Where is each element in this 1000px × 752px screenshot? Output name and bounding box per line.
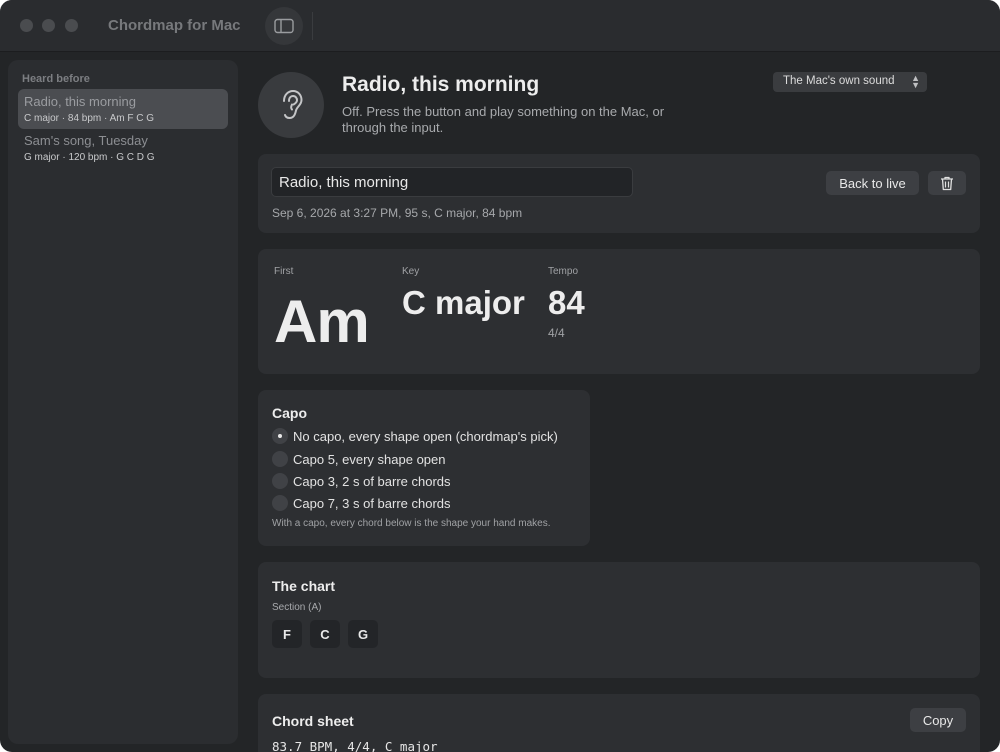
capo-option-label: No capo, every shape open (chordmap's pi… xyxy=(293,428,558,444)
radio-icon[interactable] xyxy=(272,473,288,489)
chart-title: The chart xyxy=(272,578,336,594)
sidebar: Heard before Radio, this morning C major… xyxy=(8,60,238,744)
capo-option-label: Capo 3, 2 s of barre chords xyxy=(293,473,451,489)
capo-option-capo-3[interactable]: Capo 3, 2 s of barre chords xyxy=(272,472,451,490)
capo-option-capo-7[interactable]: Capo 7, 3 s of barre chords xyxy=(272,494,451,512)
copy-button[interactable]: Copy xyxy=(910,708,966,732)
capo-option-label: Capo 7, 3 s of barre chords xyxy=(293,495,451,511)
titlebar-divider xyxy=(312,12,313,40)
listen-status-text: Off. Press the button and play something… xyxy=(342,104,665,135)
capo-option-no-capo[interactable]: No capo, every shape open (chordmap's pi… xyxy=(272,427,558,445)
delete-button[interactable] xyxy=(928,171,966,195)
capo-card: Capo No capo, every shape open (chordmap… xyxy=(258,390,590,546)
close-window-button[interactable] xyxy=(20,19,33,32)
key-label: Key xyxy=(402,266,420,277)
trash-icon xyxy=(941,176,953,190)
sidebar-heading: Heard before xyxy=(22,73,90,85)
zoom-window-button[interactable] xyxy=(65,19,78,32)
titlebar: Chordmap for Mac xyxy=(0,0,1000,52)
first-chord-value: Am xyxy=(274,288,370,355)
chart-card: The chart Section (A) F C G xyxy=(258,562,980,678)
key-value: C major xyxy=(402,284,525,321)
radio-selected-icon[interactable] xyxy=(272,428,288,444)
stats-card: First Am Key C major Tempo 84 4/4 xyxy=(258,249,980,374)
chevron-up-down-icon: ▲ ▼ xyxy=(911,73,920,90)
sidebar-item-radio-this-morning[interactable]: Radio, this morning C major · 84 bpm · A… xyxy=(18,89,228,129)
sidebar-item-subtitle: C major · 84 bpm · Am F C G xyxy=(24,113,155,124)
radio-icon[interactable] xyxy=(272,495,288,511)
tempo-value: 84 xyxy=(548,284,585,321)
capo-note: With a capo, every chord below is the sh… xyxy=(272,518,551,529)
app-title: Chordmap for Mac xyxy=(108,17,241,34)
audio-source-select[interactable]: The Mac's own sound ▲ ▼ xyxy=(773,72,927,92)
first-chord-label: First xyxy=(274,266,294,277)
radio-icon[interactable] xyxy=(272,451,288,467)
page-title: Radio, this morning xyxy=(342,73,540,96)
capo-title: Capo xyxy=(272,405,307,421)
sidebar-item-subtitle: G major · 120 bpm · G C D G xyxy=(24,152,155,163)
sidebar-item-sams-song-tuesday[interactable]: Sam's song, Tuesday G major · 120 bpm · … xyxy=(18,128,228,168)
capo-option-capo-5[interactable]: Capo 5, every shape open xyxy=(272,450,446,468)
capo-option-label: Capo 5, every shape open xyxy=(293,451,446,467)
sidebar-toggle-icon xyxy=(274,18,294,34)
recording-meta: Sep 6, 2026 at 3:27 PM, 95 s, C major, 8… xyxy=(272,206,523,220)
tempo-label: Tempo xyxy=(548,266,579,277)
chord-chip[interactable]: G xyxy=(348,620,378,648)
chord-chip[interactable]: C xyxy=(310,620,340,648)
recording-card: Radio, this morning Sep 6, 2026 at 3:27 … xyxy=(258,154,980,233)
section-label: Section (A) xyxy=(272,602,322,613)
audio-source-value: The Mac's own sound xyxy=(783,75,895,87)
sidebar-item-title: Sam's song, Tuesday xyxy=(24,133,148,148)
time-signature: 4/4 xyxy=(548,326,565,340)
chord-sheet-card: Chord sheet Copy 83.7 BPM, 4/4, C major xyxy=(258,694,980,752)
chord-chip[interactable]: F xyxy=(272,620,302,648)
listen-button[interactable] xyxy=(258,72,324,138)
recording-name-field[interactable]: Radio, this morning xyxy=(271,167,633,197)
main-content: Radio, this morning Off. Press the butto… xyxy=(246,52,1000,752)
ear-icon xyxy=(283,89,303,120)
back-to-live-button[interactable]: Back to live xyxy=(826,171,919,195)
chord-sheet-title: Chord sheet xyxy=(272,713,354,729)
sidebar-toggle-button[interactable] xyxy=(265,7,303,45)
sidebar-item-title: Radio, this morning xyxy=(24,94,136,109)
minimize-window-button[interactable] xyxy=(42,19,55,32)
chord-sheet-line: 83.7 BPM, 4/4, C major xyxy=(272,739,438,752)
app-window: Chordmap for Mac Heard before Radio, thi… xyxy=(0,0,1000,752)
